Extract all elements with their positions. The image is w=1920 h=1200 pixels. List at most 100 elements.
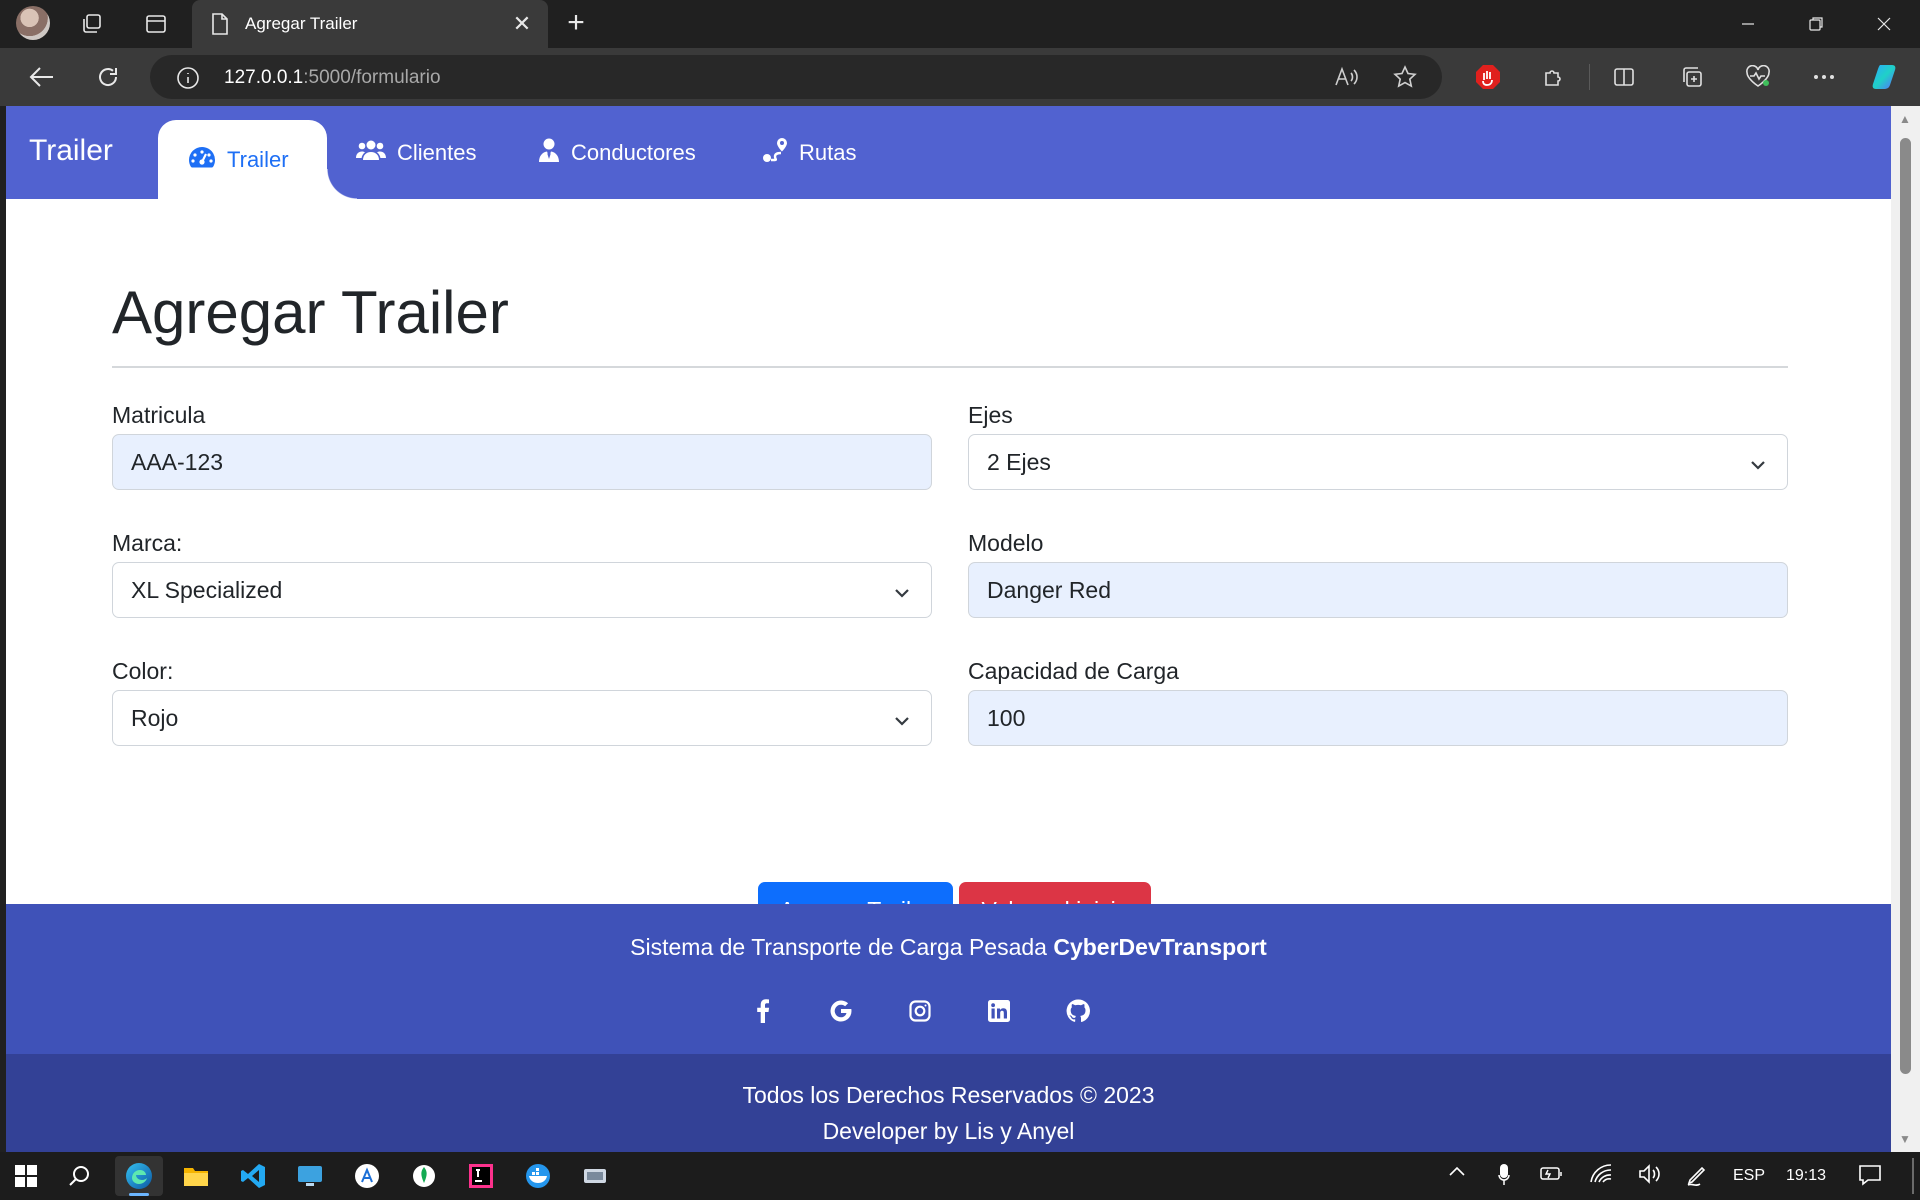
matricula-label: Matricula (112, 402, 206, 428)
page-viewport: Trailer Trailer Clientes Conductores Rut… (6, 106, 1891, 1152)
google-icon[interactable] (826, 996, 856, 1026)
collections-icon[interactable] (1674, 59, 1710, 95)
pen-icon[interactable] (1686, 1164, 1708, 1191)
page-title: Agregar Trailer (112, 279, 509, 346)
color-selected-value: Rojo (131, 704, 179, 731)
chevron-down-icon (1749, 453, 1767, 480)
browser-titlebar: Agregar Trailer ✕ + (0, 0, 1920, 48)
browser-tab-active[interactable]: Agregar Trailer ✕ (192, 0, 548, 48)
nav-link-label: Clientes (397, 140, 477, 165)
nav-link-label: Trailer (227, 146, 289, 172)
edge-browser-icon[interactable] (115, 1156, 163, 1196)
user-tie-icon (538, 138, 560, 168)
navbar-brand[interactable]: Trailer (29, 134, 113, 168)
url-host: 127.0.0.1 (224, 67, 304, 88)
chevron-down-icon (893, 581, 911, 608)
vertical-tabs-icon[interactable] (140, 8, 172, 40)
new-tab-button[interactable]: + (560, 8, 592, 40)
mongodb-icon[interactable] (400, 1156, 448, 1196)
vscode-icon[interactable] (229, 1156, 277, 1196)
instagram-icon[interactable] (905, 996, 935, 1026)
extensions-icon[interactable] (1536, 59, 1572, 95)
route-icon (762, 137, 788, 169)
search-icon[interactable] (56, 1156, 104, 1196)
browser-essentials-icon[interactable] (1740, 59, 1776, 95)
matricula-input[interactable]: AAA-123 (112, 434, 932, 490)
nav-link-clientes[interactable]: Clientes (356, 138, 476, 168)
nav-link-label: Conductores (571, 140, 696, 165)
network-app-icon[interactable] (571, 1156, 619, 1196)
file-explorer-icon[interactable] (172, 1156, 220, 1196)
footer-tagline-text: Sistema de Transporte de Carga Pesada (630, 934, 1047, 960)
split-screen-icon[interactable] (1606, 59, 1642, 95)
microphone-icon[interactable] (1498, 1164, 1510, 1191)
users-icon (356, 139, 386, 167)
nav-link-rutas[interactable]: Rutas (762, 138, 856, 168)
tab-title: Agregar Trailer (245, 14, 358, 33)
profile-avatar[interactable] (16, 6, 50, 40)
footer-developer: Developer by Lis y Anyel (822, 1118, 1075, 1144)
show-desktop-button[interactable] (1912, 1158, 1914, 1194)
battery-icon[interactable] (1540, 1164, 1564, 1187)
chevron-down-icon (893, 709, 911, 736)
jetbrains-icon[interactable] (457, 1156, 505, 1196)
marca-label: Marca: (112, 530, 183, 556)
facebook-icon[interactable] (748, 996, 778, 1026)
ejes-select[interactable]: 2 Ejes (968, 434, 1788, 490)
url-path: :5000/formulario (303, 67, 441, 88)
more-menu-icon[interactable] (1806, 59, 1842, 95)
close-window-button[interactable] (1850, 0, 1918, 48)
nav-link-conductores[interactable]: Conductores (538, 138, 696, 168)
adblock-stop-icon[interactable] (1470, 59, 1506, 95)
nav-link-trailer[interactable]: Trailer (158, 120, 357, 199)
marca-select[interactable]: XL Specialized (112, 562, 932, 618)
minimize-button[interactable] (1714, 0, 1782, 48)
footer-rights: Todos los Derechos Reservados © 2023 (742, 1082, 1155, 1108)
document-icon (210, 12, 230, 41)
address-bar[interactable]: 127.0.0.1:5000/formulario (150, 55, 1442, 99)
notifications-icon[interactable] (1858, 1164, 1882, 1191)
browser-toolbar: 127.0.0.1:5000/formulario (0, 48, 1920, 106)
scroll-down-arrow-icon[interactable]: ▼ (1899, 1132, 1911, 1146)
windows-start-icon[interactable] (2, 1156, 50, 1196)
color-select[interactable]: Rojo (112, 690, 932, 746)
site-info-icon[interactable] (176, 66, 200, 95)
language-indicator[interactable]: ESP (1733, 1167, 1765, 1185)
scroll-thumb[interactable] (1900, 138, 1911, 1074)
scroll-up-arrow-icon[interactable]: ▲ (1899, 112, 1911, 126)
footer-bottom: Todos los Derechos Reservados © 2023 Dev… (6, 1054, 1891, 1152)
app-store-icon[interactable] (343, 1156, 391, 1196)
ejes-label: Ejes (968, 402, 1013, 428)
favorite-star-icon[interactable] (1392, 65, 1418, 94)
tab-close-icon[interactable]: ✕ (508, 10, 536, 38)
marca-selected-value: XL Specialized (131, 576, 283, 603)
footer-tagline: Sistema de Transporte de Carga Pesada Cy… (6, 934, 1891, 961)
refresh-icon[interactable] (90, 59, 126, 95)
linkedin-icon[interactable] (984, 996, 1014, 1026)
capacidad-input[interactable]: 100 (968, 690, 1788, 746)
app-navbar: Trailer Trailer Clientes Conductores Rut… (6, 106, 1891, 199)
gauge-icon (188, 145, 216, 175)
modelo-label: Modelo (968, 530, 1044, 556)
footer-main: Sistema de Transporte de Carga Pesada Cy… (6, 904, 1891, 1054)
workspaces-icon[interactable] (76, 8, 108, 40)
footer-company: CyberDevTransport (1053, 934, 1267, 960)
github-icon[interactable] (1063, 996, 1093, 1026)
back-arrow-icon[interactable] (24, 59, 60, 95)
volume-icon[interactable] (1638, 1164, 1662, 1189)
clock[interactable]: 19:13 (1786, 1167, 1826, 1185)
docker-icon[interactable] (514, 1156, 562, 1196)
tray-overflow-chevron-icon[interactable] (1448, 1164, 1466, 1182)
modelo-input[interactable]: Danger Red (968, 562, 1788, 618)
copilot-icon[interactable] (1868, 59, 1904, 95)
read-aloud-icon[interactable] (1334, 65, 1360, 94)
color-label: Color: (112, 658, 174, 684)
nav-link-label: Rutas (799, 140, 857, 165)
wifi-icon[interactable] (1590, 1164, 1612, 1189)
url-text[interactable]: 127.0.0.1:5000/formulario (224, 67, 441, 89)
title-divider (112, 366, 1788, 368)
page-scrollbar[interactable]: ▲ ▼ (1891, 106, 1920, 1152)
capacidad-label: Capacidad de Carga (968, 658, 1179, 684)
restore-button[interactable] (1782, 0, 1850, 48)
remote-desktop-icon[interactable] (286, 1156, 334, 1196)
